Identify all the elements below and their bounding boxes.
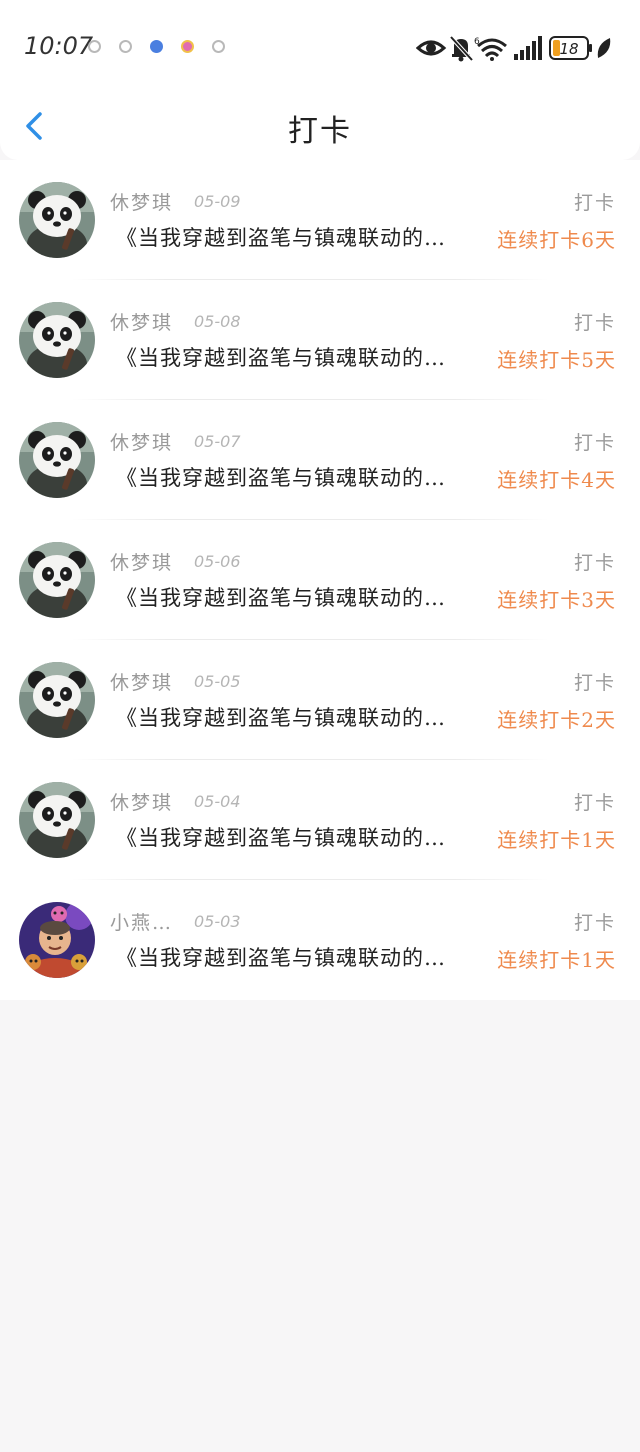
app-notification-icon — [88, 40, 101, 53]
user-name: 休梦琪 — [110, 672, 174, 694]
user-name: 休梦琪 — [110, 792, 174, 814]
list-item[interactable]: 休梦琪 05-06 打卡 《当我穿越到盗笔与镇魂联动的… 连续打卡3天 — [0, 520, 640, 640]
checkin-type: 打卡 — [573, 552, 616, 574]
battery-level: 18 — [559, 40, 578, 58]
list-item[interactable]: 休梦琪 05-08 打卡 《当我穿越到盗笔与镇魂联动的… 连续打卡5天 — [0, 280, 640, 400]
streak-label: 连续打卡3天 — [497, 588, 616, 612]
leaf-icon — [597, 38, 611, 58]
app-notification-icon — [212, 40, 225, 53]
checkin-type: 打卡 — [573, 912, 616, 934]
bell-muted-icon — [449, 35, 474, 62]
header-card: 10:07 6 18 打卡 — [0, 0, 640, 160]
app-notification-icon — [150, 40, 163, 53]
book-title: 《当我穿越到盗笔与镇魂联动的… — [116, 226, 446, 250]
checkin-date: 05-03 — [194, 912, 241, 931]
signal-icon — [514, 36, 542, 60]
checkin-type: 打卡 — [573, 672, 616, 694]
status-icons: 6 18 — [416, 34, 616, 62]
status-bar: 10:07 6 18 — [0, 0, 640, 96]
book-title: 《当我穿越到盗笔与镇魂联动的… — [116, 706, 446, 730]
list-item[interactable]: 休梦琪 05-04 打卡 《当我穿越到盗笔与镇魂联动的… 连续打卡1天 — [0, 760, 640, 880]
checkin-date: 05-09 — [194, 192, 241, 211]
streak-label: 连续打卡1天 — [497, 948, 616, 972]
page-title: 打卡 — [288, 114, 352, 149]
streak-label: 连续打卡4天 — [497, 468, 616, 492]
list-item[interactable]: 休梦琪 05-07 打卡 《当我穿越到盗笔与镇魂联动的… 连续打卡4天 — [0, 400, 640, 520]
streak-label: 连续打卡5天 — [497, 348, 616, 372]
list-item[interactable]: 休梦琪 05-05 打卡 《当我穿越到盗笔与镇魂联动的… 连续打卡2天 — [0, 640, 640, 760]
book-title: 《当我穿越到盗笔与镇魂联动的… — [116, 826, 446, 850]
checkin-date: 05-04 — [194, 792, 241, 811]
panda-avatar[interactable] — [19, 662, 95, 738]
panda-avatar[interactable] — [19, 182, 95, 258]
cartoon-avatar[interactable] — [19, 902, 95, 978]
list-item[interactable]: 休梦琪 05-09 打卡 《当我穿越到盗笔与镇魂联动的… 连续打卡6天 — [0, 160, 640, 280]
checkin-date: 05-06 — [194, 552, 241, 571]
streak-label: 连续打卡1天 — [497, 828, 616, 852]
notification-icons — [88, 40, 225, 53]
checkin-list: 休梦琪 05-09 打卡 《当我穿越到盗笔与镇魂联动的… 连续打卡6天 休梦琪 … — [0, 160, 640, 1000]
book-title: 《当我穿越到盗笔与镇魂联动的… — [116, 586, 446, 610]
book-title: 《当我穿越到盗笔与镇魂联动的… — [116, 346, 446, 370]
eye-icon — [416, 40, 447, 56]
checkin-date: 05-05 — [194, 672, 241, 691]
checkin-date: 05-08 — [194, 312, 241, 331]
status-time: 10:07 — [24, 32, 94, 60]
user-name: 休梦琪 — [110, 552, 174, 574]
streak-label: 连续打卡6天 — [497, 228, 616, 252]
checkin-type: 打卡 — [573, 432, 616, 454]
panda-avatar[interactable] — [19, 782, 95, 858]
list-item[interactable]: 小燕… 05-03 打卡 《当我穿越到盗笔与镇魂联动的… 连续打卡1天 — [0, 880, 640, 1000]
panda-avatar[interactable] — [19, 422, 95, 498]
book-title: 《当我穿越到盗笔与镇魂联动的… — [116, 466, 446, 490]
checkin-date: 05-07 — [194, 432, 241, 451]
nav-bar: 打卡 — [0, 96, 640, 156]
user-name: 休梦琪 — [110, 432, 174, 454]
app-notification-icon — [181, 40, 194, 53]
panda-avatar[interactable] — [19, 542, 95, 618]
wifi-icon: 6 — [474, 37, 507, 61]
user-name: 小燕… — [110, 912, 174, 934]
user-name: 休梦琪 — [110, 312, 174, 334]
user-name: 休梦琪 — [110, 192, 174, 214]
checkin-type: 打卡 — [573, 312, 616, 334]
streak-label: 连续打卡2天 — [497, 708, 616, 732]
checkin-type: 打卡 — [573, 192, 616, 214]
book-title: 《当我穿越到盗笔与镇魂联动的… — [116, 946, 446, 970]
checkin-type: 打卡 — [573, 792, 616, 814]
app-notification-icon — [119, 40, 132, 53]
panda-avatar[interactable] — [19, 302, 95, 378]
